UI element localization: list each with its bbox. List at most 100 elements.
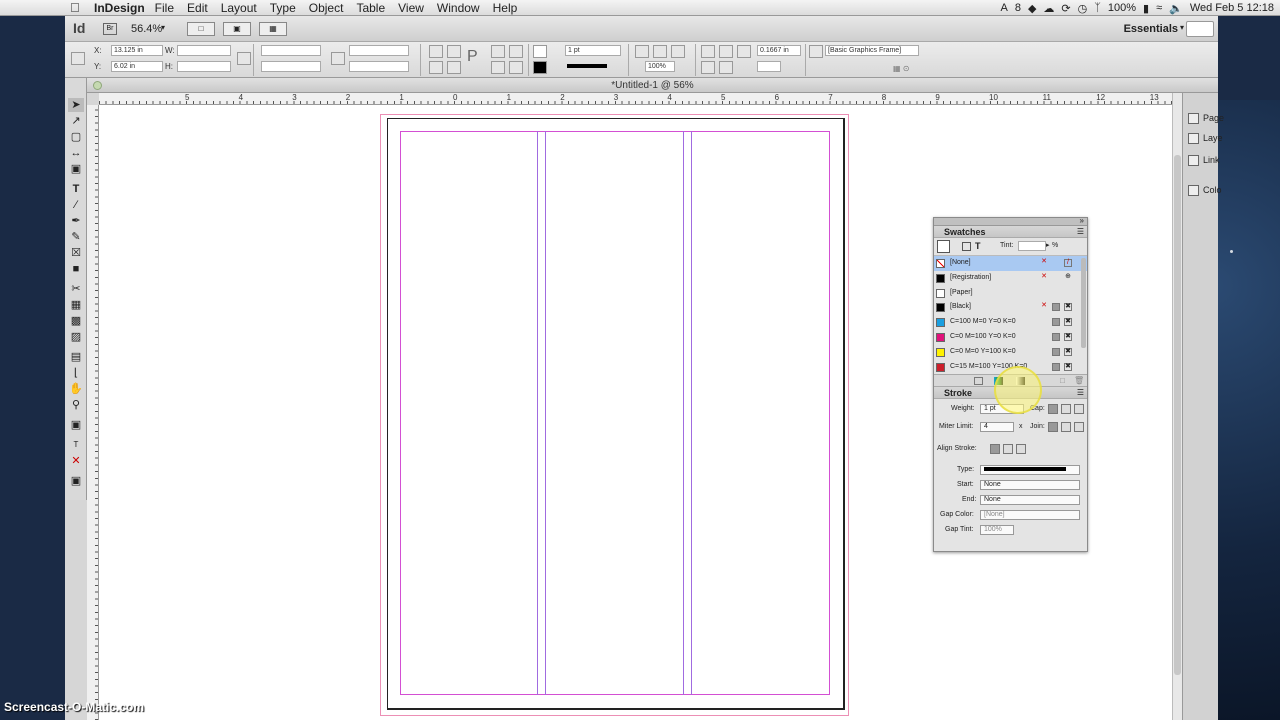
- pen-tool-icon[interactable]: ✒: [68, 214, 84, 228]
- butt-cap-button[interactable]: [1048, 404, 1058, 414]
- swatch-cyan[interactable]: C=100 M=0 Y=0 K=0 ✖: [934, 315, 1087, 330]
- view-options-button[interactable]: □: [187, 22, 215, 36]
- stroke-weight-field[interactable]: 1 pt: [565, 45, 621, 56]
- collapse-icon[interactable]: »: [1080, 216, 1084, 225]
- effects-icon[interactable]: [653, 45, 667, 58]
- fill-stroke-icon[interactable]: ▣: [68, 418, 84, 436]
- arrange-documents-button[interactable]: ▦: [259, 22, 287, 36]
- dock-links[interactable]: Link: [1183, 155, 1243, 167]
- clock[interactable]: Wed Feb 5 12:18: [1190, 2, 1274, 14]
- menu-table[interactable]: Table: [356, 1, 385, 15]
- container-icon[interactable]: [962, 242, 971, 251]
- menu-help[interactable]: Help: [493, 1, 518, 15]
- tint-arrow-icon[interactable]: ▸: [1046, 241, 1050, 249]
- rotate-ccw-icon[interactable]: [447, 45, 461, 58]
- end-select[interactable]: None: [980, 495, 1080, 505]
- line-tool-icon[interactable]: ∕: [68, 198, 84, 212]
- hand-tool-icon[interactable]: ✋: [68, 382, 84, 396]
- delete-swatch-icon[interactable]: 🗑: [1074, 376, 1084, 385]
- align-outside-button[interactable]: [1016, 444, 1026, 454]
- vertical-ruler[interactable]: [87, 105, 99, 720]
- rectangle-tool-icon[interactable]: ■: [68, 262, 84, 276]
- panel-menu-icon[interactable]: ☰: [1077, 387, 1084, 399]
- reference-point-icon[interactable]: [71, 52, 85, 65]
- time-machine-icon[interactable]: ◷: [1078, 2, 1088, 15]
- swatch-registration[interactable]: [Registration] ✕ ⊕: [934, 271, 1087, 286]
- swatch-scrollbar[interactable]: [1081, 258, 1086, 348]
- new-swatch-icon[interactable]: □: [1060, 376, 1065, 385]
- flip-vertical-icon[interactable]: [447, 61, 461, 74]
- wrap-around-icon[interactable]: [719, 45, 733, 58]
- dock-pages[interactable]: Page: [1183, 113, 1243, 125]
- menu-object[interactable]: Object: [309, 1, 344, 15]
- type-tool-icon[interactable]: T: [68, 182, 84, 196]
- cloud-icon[interactable]: ☁: [1043, 2, 1054, 15]
- workspace-switcher[interactable]: Essentials: [1124, 23, 1178, 35]
- miter-limit-field[interactable]: 4: [980, 422, 1014, 432]
- select-content-icon[interactable]: [509, 45, 523, 58]
- panel-menu-icon[interactable]: ☰: [1077, 226, 1084, 238]
- scrollbar-thumb[interactable]: [1174, 155, 1181, 675]
- menu-layout[interactable]: Layout: [221, 1, 257, 15]
- screen-mode-button[interactable]: ▣: [223, 22, 251, 36]
- stroke-type-select[interactable]: [980, 465, 1080, 475]
- text-wrap-icon[interactable]: [701, 45, 715, 58]
- menu-type[interactable]: Type: [270, 1, 296, 15]
- screen-mode-icon[interactable]: ▣: [68, 474, 84, 488]
- swatches-tab[interactable]: Swatches ☰: [934, 226, 1087, 238]
- gap-tool-icon[interactable]: ↔: [68, 146, 84, 160]
- select-next-icon[interactable]: [509, 61, 523, 74]
- selection-tool-icon[interactable]: ➤: [68, 98, 84, 112]
- notification-badge[interactable]: 8: [1015, 2, 1021, 14]
- battery-icon[interactable]: ▮: [1143, 2, 1149, 15]
- shear-field[interactable]: [349, 61, 409, 72]
- gap-tint-field[interactable]: 100%: [980, 525, 1014, 535]
- dock-color[interactable]: Colo: [1183, 185, 1243, 197]
- gradient-feather-tool-icon[interactable]: ▨: [68, 330, 84, 344]
- select-container-icon[interactable]: [491, 45, 505, 58]
- adobe-icon[interactable]: A: [1000, 2, 1007, 14]
- drop-shadow-icon[interactable]: [635, 45, 649, 58]
- round-cap-button[interactable]: [1061, 404, 1071, 414]
- y-position-field[interactable]: 6.02 in: [111, 61, 163, 72]
- apply-none-icon[interactable]: ✕: [68, 454, 84, 468]
- rotate-cw-icon[interactable]: [429, 45, 443, 58]
- show-all-swatches-icon[interactable]: [974, 377, 983, 385]
- x-position-field[interactable]: 13.125 in: [111, 45, 163, 56]
- width-field[interactable]: [177, 45, 231, 56]
- zoom-level[interactable]: 56.4%: [131, 23, 162, 35]
- text-format-icon[interactable]: T: [975, 241, 981, 251]
- swatch-paper[interactable]: [Paper]: [934, 286, 1087, 301]
- align-inside-button[interactable]: [1003, 444, 1013, 454]
- pencil-tool-icon[interactable]: ✎: [68, 230, 84, 244]
- volume-icon[interactable]: 🔈: [1169, 2, 1183, 15]
- round-join-button[interactable]: [1061, 422, 1071, 432]
- content-collector-icon[interactable]: ▣: [68, 162, 84, 176]
- rotation-field[interactable]: [349, 45, 409, 56]
- gap-color-select[interactable]: [None]: [980, 510, 1080, 520]
- corner-shape-select[interactable]: [757, 61, 781, 72]
- menu-view[interactable]: View: [398, 1, 424, 15]
- page-tool-icon[interactable]: ▢: [68, 130, 84, 144]
- fill-stroke-icon[interactable]: [937, 240, 950, 253]
- align-icon[interactable]: [701, 61, 715, 74]
- wifi-icon[interactable]: ≈: [1156, 2, 1162, 14]
- stroke-black-swatch[interactable]: [533, 61, 547, 74]
- tint-field[interactable]: [1018, 241, 1046, 251]
- corner-options-icon[interactable]: [737, 45, 751, 58]
- zoom-tool-icon[interactable]: ⚲: [68, 398, 84, 412]
- apple-icon[interactable]: : [70, 0, 88, 15]
- object-style-select[interactable]: [Basic Graphics Frame]: [825, 45, 919, 56]
- eyedropper-tool-icon[interactable]: ⌊: [68, 366, 84, 380]
- object-style-icon[interactable]: [809, 45, 823, 58]
- search-input[interactable]: [1186, 21, 1214, 37]
- bluetooth-icon[interactable]: ᛉ: [1094, 2, 1101, 14]
- swatch-yellow[interactable]: C=0 M=0 Y=100 K=0 ✖: [934, 345, 1087, 360]
- workspace-dropdown-icon[interactable]: ▾: [1180, 23, 1184, 32]
- sync-icon[interactable]: ⟳: [1061, 2, 1070, 15]
- battery-level[interactable]: 100%: [1108, 2, 1136, 14]
- opacity-field[interactable]: 100%: [645, 61, 675, 72]
- horizontal-ruler[interactable]: 5432101234567891011121314: [99, 93, 1212, 105]
- rectangle-frame-tool-icon[interactable]: ☒: [68, 246, 84, 260]
- flip-horizontal-icon[interactable]: [429, 61, 443, 74]
